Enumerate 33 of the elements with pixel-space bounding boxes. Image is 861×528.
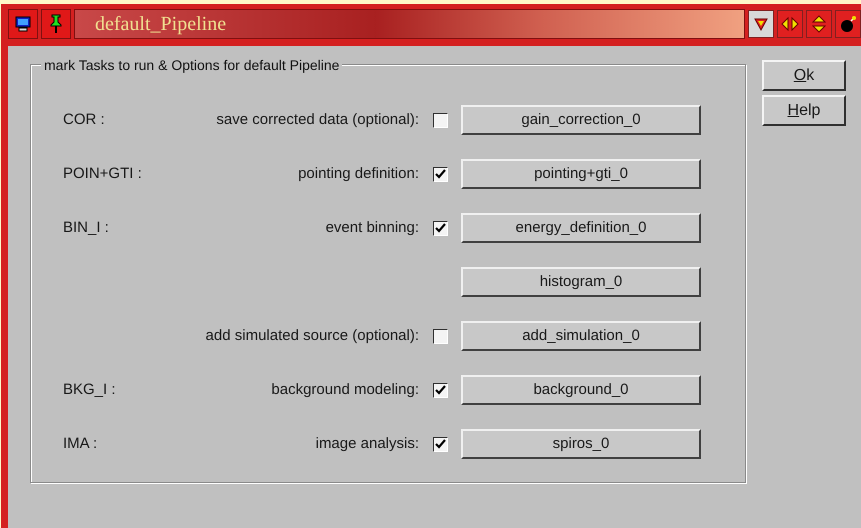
- task-button[interactable]: energy_definition_0: [461, 213, 701, 243]
- task-label: COR :: [62, 110, 106, 130]
- task-button[interactable]: spiros_0: [461, 429, 701, 459]
- minimize-icon[interactable]: [748, 10, 774, 38]
- option-label: background modeling:: [270, 380, 419, 400]
- checkbox[interactable]: [432, 436, 448, 452]
- task-label: BKG_I :: [62, 380, 117, 400]
- dialog-button[interactable]: Ok: [762, 60, 846, 91]
- task-button[interactable]: add_simulation_0: [461, 321, 701, 351]
- task-button[interactable]: background_0: [461, 375, 701, 405]
- checkbox[interactable]: [432, 328, 448, 344]
- dialog-button[interactable]: Help: [762, 95, 846, 126]
- task-label: BIN_I :: [62, 218, 110, 238]
- resize-vertical-icon[interactable]: [806, 10, 832, 38]
- option-label: image analysis:: [314, 434, 419, 454]
- checkbox[interactable]: [432, 112, 448, 128]
- task-button[interactable]: gain_correction_0: [461, 105, 701, 135]
- monitor-icon[interactable]: [8, 8, 38, 38]
- task-label: IMA :: [62, 434, 98, 454]
- option-label: add simulated source (optional):: [204, 326, 419, 346]
- option-label: save corrected data (optional):: [215, 110, 419, 130]
- option-label: pointing definition:: [297, 164, 419, 184]
- task-button[interactable]: pointing+gti_0: [461, 159, 701, 189]
- task-button[interactable]: histogram_0: [461, 267, 701, 297]
- window-title: default_Pipeline: [95, 14, 226, 34]
- resize-horizontal-icon[interactable]: [777, 10, 803, 38]
- task-label: POIN+GTI :: [62, 164, 143, 184]
- option-label: event binning:: [324, 218, 419, 238]
- bomb-icon[interactable]: [835, 10, 861, 38]
- pin-icon[interactable]: [41, 8, 71, 38]
- checkbox[interactable]: [432, 220, 448, 236]
- checkbox[interactable]: [432, 166, 448, 182]
- checkbox[interactable]: [432, 382, 448, 398]
